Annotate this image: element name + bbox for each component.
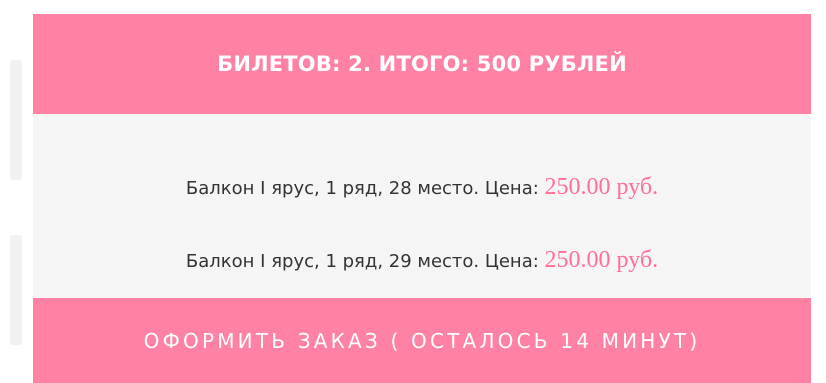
ticket-price: 250.00 руб. [544, 174, 659, 200]
left-edge-background [0, 0, 32, 383]
background-artifact [10, 235, 22, 345]
order-summary-title: БИЛЕТОВ: 2. ИТОГО: 500 РУБЛЕЙ [217, 52, 627, 76]
background-artifact [10, 60, 22, 180]
ticket-description: Балкон I ярус, 1 ряд, 29 место. Цена: [185, 251, 545, 272]
ticket-item: Балкон I ярус, 1 ряд, 29 место. Цена: 25… [33, 247, 811, 274]
ticket-description: Балкон I ярус, 1 ряд, 28 место. Цена: [185, 178, 545, 199]
ticket-price: 250.00 руб. [544, 247, 659, 273]
ticket-item: Балкон I ярус, 1 ряд, 28 место. Цена: 25… [33, 174, 811, 201]
checkout-button[interactable]: ОФОРМИТЬ ЗАКАЗ ( ОСТАЛОСЬ 14 МИНУТ) [33, 298, 811, 383]
page: БИЛЕТОВ: 2. ИТОГО: 500 РУБЛЕЙ Балкон I я… [0, 0, 826, 383]
ticket-list: Балкон I ярус, 1 ряд, 28 место. Цена: 25… [33, 114, 811, 298]
checkout-button-label: ОФОРМИТЬ ЗАКАЗ ( ОСТАЛОСЬ 14 МИНУТ) [143, 328, 701, 353]
order-summary-card: БИЛЕТОВ: 2. ИТОГО: 500 РУБЛЕЙ Балкон I я… [33, 14, 811, 383]
order-summary-header: БИЛЕТОВ: 2. ИТОГО: 500 РУБЛЕЙ [33, 14, 811, 114]
